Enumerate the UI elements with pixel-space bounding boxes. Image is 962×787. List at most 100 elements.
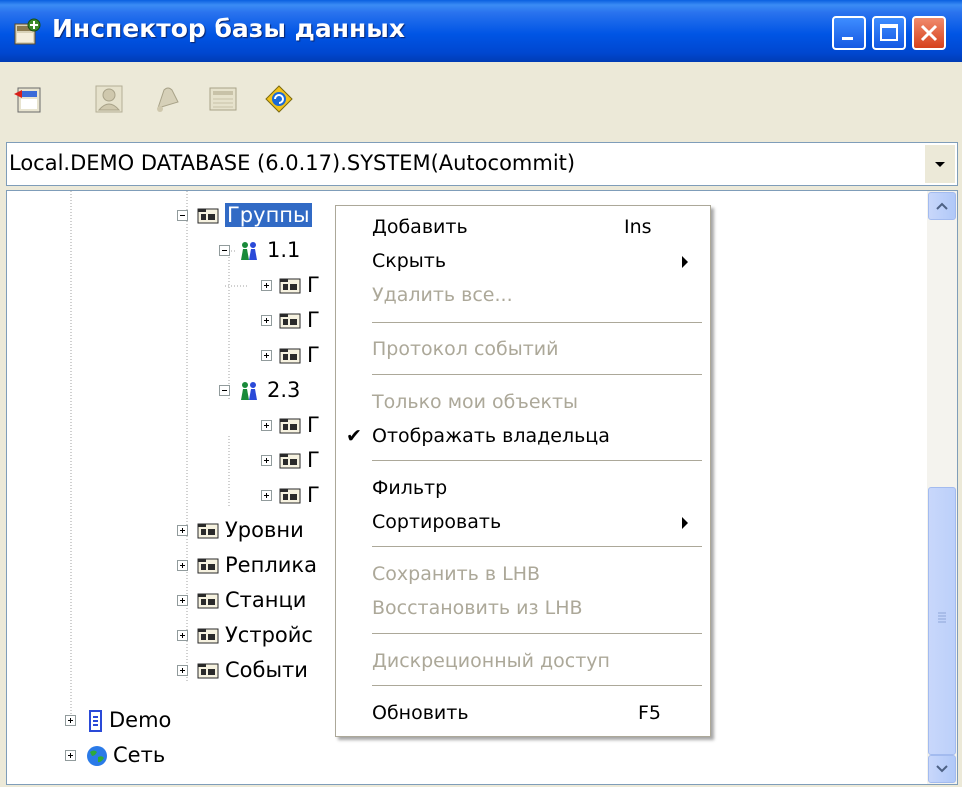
list-icon[interactable]	[206, 82, 240, 116]
tree-label: Г	[307, 273, 320, 297]
menu-item-discretionary-access[interactable]: Дискреционный доступ	[336, 648, 710, 678]
tree-item-devices[interactable]: Устройс	[177, 621, 337, 655]
close-icon	[920, 24, 938, 42]
scroll-down-button[interactable]	[928, 755, 956, 783]
expand-icon[interactable]	[65, 715, 76, 726]
expand-icon[interactable]	[177, 525, 188, 536]
dropdown-button[interactable]	[924, 145, 955, 183]
expand-icon[interactable]	[177, 630, 188, 641]
expand-icon[interactable]	[261, 350, 272, 361]
toolbar	[0, 62, 962, 138]
menu-item-label: Обновить	[372, 702, 469, 724]
tree-item-network[interactable]: Сеть	[65, 741, 225, 775]
folder-icon	[197, 628, 219, 644]
tree-label: 1.1	[267, 238, 301, 262]
expand-icon[interactable]	[261, 490, 272, 501]
tree-item-child[interactable]: Г	[261, 271, 341, 305]
tree-item-child[interactable]: Г	[261, 306, 341, 340]
menu-item-event-log[interactable]: Протокол событий	[336, 336, 710, 366]
menu-item-hide[interactable]: Скрыть	[336, 248, 710, 278]
minimize-button[interactable]	[832, 16, 866, 50]
tree-label: 2.3	[267, 378, 301, 402]
refresh-icon[interactable]	[262, 82, 296, 116]
tree-label: Устройс	[225, 623, 313, 647]
folder-icon	[197, 558, 219, 574]
menu-item-label: Удалить все...	[372, 284, 513, 306]
menu-item-label: Сортировать	[372, 511, 502, 533]
minimize-icon	[842, 37, 853, 40]
menu-item-refresh[interactable]: Обновить F5	[336, 700, 710, 730]
menu-item-label: Скрыть	[372, 250, 447, 272]
menu-item-restore-lhb[interactable]: Восстановить из LHB	[336, 595, 710, 625]
menu-item-save-lhb[interactable]: Сохранить в LHB	[336, 561, 710, 591]
tree-label: Demo	[109, 708, 172, 732]
folder-icon	[197, 593, 219, 609]
menu-item-label: Фильтр	[372, 477, 448, 499]
expand-icon[interactable]	[177, 665, 188, 676]
tree-label: Г	[307, 343, 320, 367]
tree-item-groups[interactable]: Группы	[177, 201, 337, 235]
title-bar[interactable]: Инспектор базы данных	[0, 0, 962, 62]
tree-label: Г	[307, 413, 320, 437]
tree-label: Уровни	[225, 518, 304, 542]
menu-separator	[372, 685, 702, 686]
expand-icon[interactable]	[261, 280, 272, 291]
menu-separator	[372, 374, 702, 375]
expand-icon[interactable]	[177, 595, 188, 606]
maximize-icon	[880, 24, 898, 41]
bell-icon[interactable]	[150, 82, 184, 116]
database-icon	[89, 710, 102, 732]
folder-icon	[279, 348, 301, 364]
folder-icon	[279, 418, 301, 434]
folder-icon	[197, 663, 219, 679]
menu-item-only-my-objects[interactable]: Только мои объекты	[336, 389, 710, 419]
tree-item-group[interactable]: 2.3	[219, 376, 339, 410]
folder-icon	[279, 313, 301, 329]
tree-item-levels[interactable]: Уровни	[177, 516, 337, 550]
folder-icon	[279, 278, 301, 294]
scroll-thumb[interactable]	[928, 487, 956, 755]
menu-item-label: Восстановить из LHB	[372, 597, 583, 619]
collapse-icon[interactable]	[177, 210, 188, 221]
vertical-scrollbar[interactable]	[927, 191, 957, 784]
connection-value: Local.DEMO DATABASE (6.0.17).SYSTEM(Auto…	[9, 151, 576, 175]
tree-item-child[interactable]: Г	[261, 446, 341, 480]
expand-icon[interactable]	[261, 455, 272, 466]
user-icon[interactable]	[92, 82, 126, 116]
tree-item-stations[interactable]: Станци	[177, 586, 337, 620]
expand-icon[interactable]	[261, 315, 272, 326]
tree-item-child[interactable]: Г	[261, 481, 341, 515]
folder-icon	[197, 523, 219, 539]
tree-item-events[interactable]: Событи	[177, 656, 337, 690]
expand-icon[interactable]	[65, 750, 76, 761]
tree-item-group[interactable]: 1.1	[219, 236, 339, 270]
close-button[interactable]	[912, 16, 946, 50]
tree-item-demo[interactable]: Demo	[65, 706, 225, 740]
group-icon	[241, 242, 257, 260]
connection-select[interactable]: Local.DEMO DATABASE (6.0.17).SYSTEM(Auto…	[6, 142, 958, 186]
menu-item-label: Сохранить в LHB	[372, 563, 541, 585]
menu-item-sort[interactable]: Сортировать	[336, 509, 710, 539]
scroll-up-button[interactable]	[928, 192, 956, 220]
add-icon[interactable]	[12, 82, 46, 116]
maximize-button[interactable]	[872, 16, 906, 50]
menu-item-show-owner[interactable]: ✔ Отображать владельца	[336, 423, 710, 453]
submenu-arrow-icon	[682, 517, 688, 529]
expand-icon[interactable]	[261, 420, 272, 431]
database-inspector-window: Инспектор базы данных Local.DEMO DATABAS…	[0, 0, 962, 787]
group-icon	[241, 382, 257, 400]
tree-item-child[interactable]: Г	[261, 341, 341, 375]
collapse-icon[interactable]	[219, 385, 230, 396]
tree-label: Сеть	[113, 743, 166, 767]
menu-item-delete-all[interactable]: Удалить все...	[336, 282, 710, 312]
tree-item-child[interactable]: Г	[261, 411, 341, 445]
chevron-down-icon	[935, 162, 945, 167]
menu-item-shortcut: F5	[638, 702, 662, 724]
expand-icon[interactable]	[177, 560, 188, 571]
menu-item-label: Протокол событий	[372, 338, 559, 360]
tree-item-replicas[interactable]: Реплика	[177, 551, 337, 585]
window-title: Инспектор базы данных	[52, 14, 405, 43]
menu-item-add[interactable]: Добавить Ins	[336, 214, 710, 244]
collapse-icon[interactable]	[219, 245, 230, 256]
menu-item-filter[interactable]: Фильтр	[336, 475, 710, 505]
